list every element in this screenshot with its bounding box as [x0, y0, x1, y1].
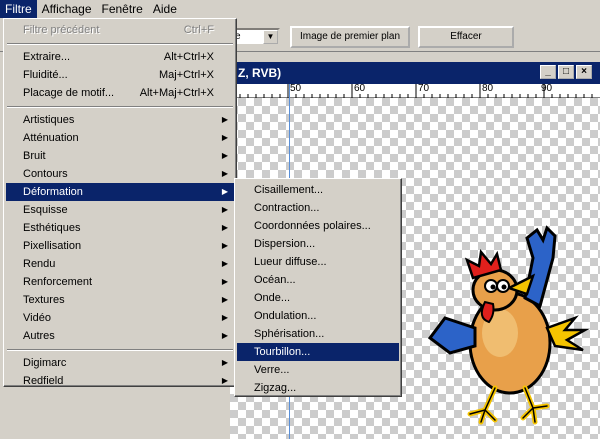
rooster-image [427, 225, 590, 425]
submenu-arrow-icon: ▶ [221, 376, 228, 385]
menu-fenetre[interactable]: Fenêtre [97, 0, 148, 18]
menu-item-label: Digimarc [23, 357, 67, 369]
window-controls: _ □ × [540, 65, 592, 79]
menu-item-autres[interactable]: Autres ▶ [6, 327, 234, 345]
menu-item-last-filter: Filtre précédent Ctrl+F [6, 21, 234, 39]
menu-item-label: Autres [23, 330, 55, 342]
submenu-item-spherisation[interactable]: Sphérisation... [237, 325, 399, 343]
menu-item-label: Textures [23, 294, 65, 306]
menu-item-shortcut: Alt+Ctrl+X [163, 51, 214, 63]
submenu-arrow-icon: ▶ [221, 358, 228, 367]
menu-item-label: Vidéo [23, 312, 51, 324]
menu-item-label: Extraire... [23, 51, 71, 63]
ruler-label-80: 80 [482, 83, 494, 94]
submenu-item-dispersion[interactable]: Dispersion... [237, 235, 399, 253]
menu-item-label: Bruit [23, 150, 46, 162]
submenu-arrow-icon: ▶ [221, 259, 228, 268]
menu-item-label: Fluidité... [23, 69, 68, 81]
menu-item-contours[interactable]: Contours ▶ [6, 165, 234, 183]
menu-item-deformation[interactable]: Déformation ▶ [6, 183, 234, 201]
clear-button[interactable]: Effacer [418, 26, 514, 48]
submenu-item-lueur-diffuse[interactable]: Lueur diffuse... [237, 253, 399, 271]
chevron-down-icon[interactable]: ▼ [263, 30, 278, 44]
submenu-item-tourbillon[interactable]: Tourbillon... [237, 343, 399, 361]
submenu-arrow-icon: ▶ [221, 295, 228, 304]
menu-item-digimarc[interactable]: Digimarc ▶ [6, 354, 234, 372]
menu-item-label: Placage de motif... [23, 87, 115, 99]
ruler-label-50: 50 [290, 83, 302, 94]
menu-bar: Filtre Affichage Fenêtre Aide [0, 0, 600, 18]
menu-item-redfield[interactable]: Redfield ▶ [6, 372, 234, 390]
menu-item-rendu[interactable]: Rendu ▶ [6, 255, 234, 273]
menu-item-video[interactable]: Vidéo ▶ [6, 309, 234, 327]
deformation-submenu: Cisaillement... Contraction... Coordonné… [234, 178, 402, 397]
submenu-arrow-icon: ▶ [221, 313, 228, 322]
submenu-arrow-icon: ▶ [221, 223, 228, 232]
menu-item-label: Esquisse [23, 204, 68, 216]
submenu-item-zigzag[interactable]: Zigzag... [237, 379, 399, 397]
menu-separator [7, 349, 233, 351]
menu-item-extraire[interactable]: Extraire... Alt+Ctrl+X [6, 48, 234, 66]
last-filter-label: Filtre précédent [23, 24, 100, 36]
ruler-label-90: 90 [541, 83, 553, 94]
ruler-label-60: 60 [354, 83, 366, 94]
menu-item-shortcut: Maj+Ctrl+X [158, 69, 214, 81]
ruler-label-70: 70 [418, 83, 430, 94]
menu-item-label: Rendu [23, 258, 56, 270]
menu-item-label: Déformation [23, 186, 83, 198]
submenu-arrow-icon: ▶ [221, 115, 228, 124]
menu-item-label: Esthétiques [23, 222, 81, 234]
menu-affichage[interactable]: Affichage [37, 0, 97, 18]
document-title: Z, RVB) [238, 66, 282, 80]
menu-filtre[interactable]: Filtre [0, 0, 37, 18]
menu-item-label: Renforcement [23, 276, 93, 288]
menu-item-bruit[interactable]: Bruit ▶ [6, 147, 234, 165]
submenu-item-onde[interactable]: Onde... [237, 289, 399, 307]
menu-item-fluidite[interactable]: Fluidité... Maj+Ctrl+X [6, 66, 234, 84]
mode-select[interactable]: e ▼ [230, 28, 280, 46]
document-title-bar: Z, RVB) _ □ × [230, 62, 600, 84]
menu-item-pixellisation[interactable]: Pixellisation ▶ [6, 237, 234, 255]
menu-item-shortcut: Alt+Maj+Ctrl+X [139, 87, 214, 99]
submenu-arrow-icon: ▶ [221, 277, 228, 286]
submenu-item-coordonnees-polaires[interactable]: Coordonnées polaires... [237, 217, 399, 235]
submenu-arrow-icon: ▶ [221, 331, 228, 340]
close-icon[interactable]: × [576, 65, 592, 79]
submenu-arrow-icon: ▶ [221, 169, 228, 178]
menu-item-label: Pixellisation [23, 240, 82, 252]
submenu-item-ocean[interactable]: Océan... [237, 271, 399, 289]
menu-item-placage-de-motif[interactable]: Placage de motif... Alt+Maj+Ctrl+X [6, 84, 234, 102]
menu-item-label: Artistiques [23, 114, 75, 126]
menu-item-label: Atténuation [23, 132, 79, 144]
minimize-icon[interactable]: _ [540, 65, 556, 79]
last-filter-shortcut: Ctrl+F [183, 24, 214, 36]
submenu-arrow-icon: ▶ [221, 151, 228, 160]
foreground-image-button[interactable]: Image de premier plan [290, 26, 410, 48]
menu-item-esthetiques[interactable]: Esthétiques ▶ [6, 219, 234, 237]
menu-item-artistiques[interactable]: Artistiques ▶ [6, 111, 234, 129]
filter-menu: Filtre précédent Ctrl+F Extraire... Alt+… [3, 18, 237, 387]
menu-separator [7, 43, 233, 45]
menu-item-attenuation[interactable]: Atténuation ▶ [6, 129, 234, 147]
submenu-arrow-icon: ▶ [221, 133, 228, 142]
submenu-arrow-icon: ▶ [221, 187, 228, 196]
submenu-item-ondulation[interactable]: Ondulation... [237, 307, 399, 325]
menu-item-renforcement[interactable]: Renforcement ▶ [6, 273, 234, 291]
submenu-arrow-icon: ▶ [221, 241, 228, 250]
maximize-icon[interactable]: □ [558, 65, 574, 79]
menu-separator [7, 106, 233, 108]
submenu-arrow-icon: ▶ [221, 205, 228, 214]
menu-aide[interactable]: Aide [148, 0, 182, 18]
menu-item-esquisse[interactable]: Esquisse ▶ [6, 201, 234, 219]
menu-item-label: Redfield [23, 375, 64, 387]
horizontal-ruler: 50 60 70 80 90 [230, 84, 600, 98]
menu-item-textures[interactable]: Textures ▶ [6, 291, 234, 309]
submenu-item-cisaillement[interactable]: Cisaillement... [237, 181, 399, 199]
submenu-item-verre[interactable]: Verre... [237, 361, 399, 379]
submenu-item-contraction[interactable]: Contraction... [237, 199, 399, 217]
menu-item-label: Contours [23, 168, 68, 180]
